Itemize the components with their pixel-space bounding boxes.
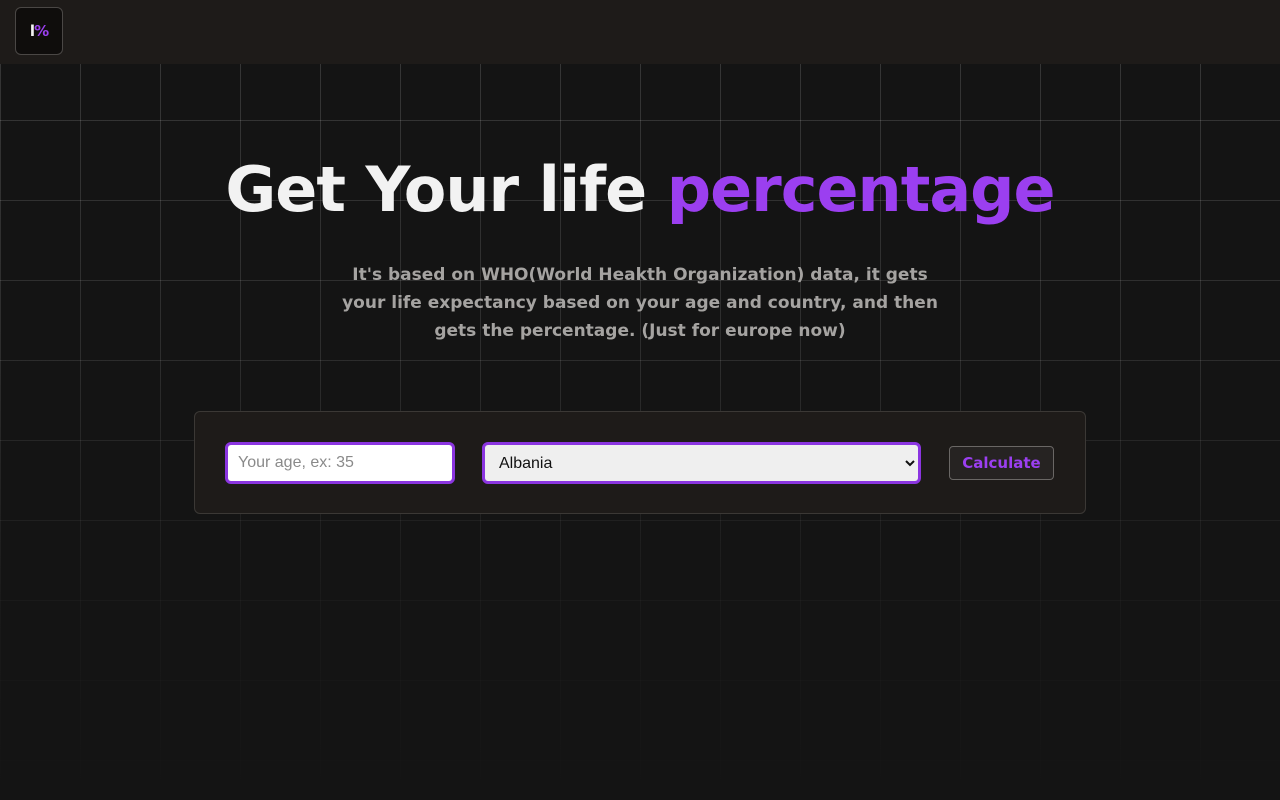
calculate-button[interactable]: Calculate xyxy=(949,446,1054,480)
calculator-form: Albania Calculate xyxy=(194,411,1086,514)
page-subtitle: It's based on WHO(World Heakth Organizat… xyxy=(342,265,938,341)
age-input[interactable] xyxy=(225,442,455,484)
top-bar: l% xyxy=(0,0,1280,64)
page-title: Get Your life percentage xyxy=(0,150,1280,230)
page-title-accent: percentage xyxy=(666,153,1056,226)
logo-percent-symbol: % xyxy=(34,22,49,40)
page-title-main: Get Your life xyxy=(225,153,667,226)
app-logo[interactable]: l% xyxy=(15,7,63,55)
country-select[interactable]: Albania xyxy=(482,442,921,484)
